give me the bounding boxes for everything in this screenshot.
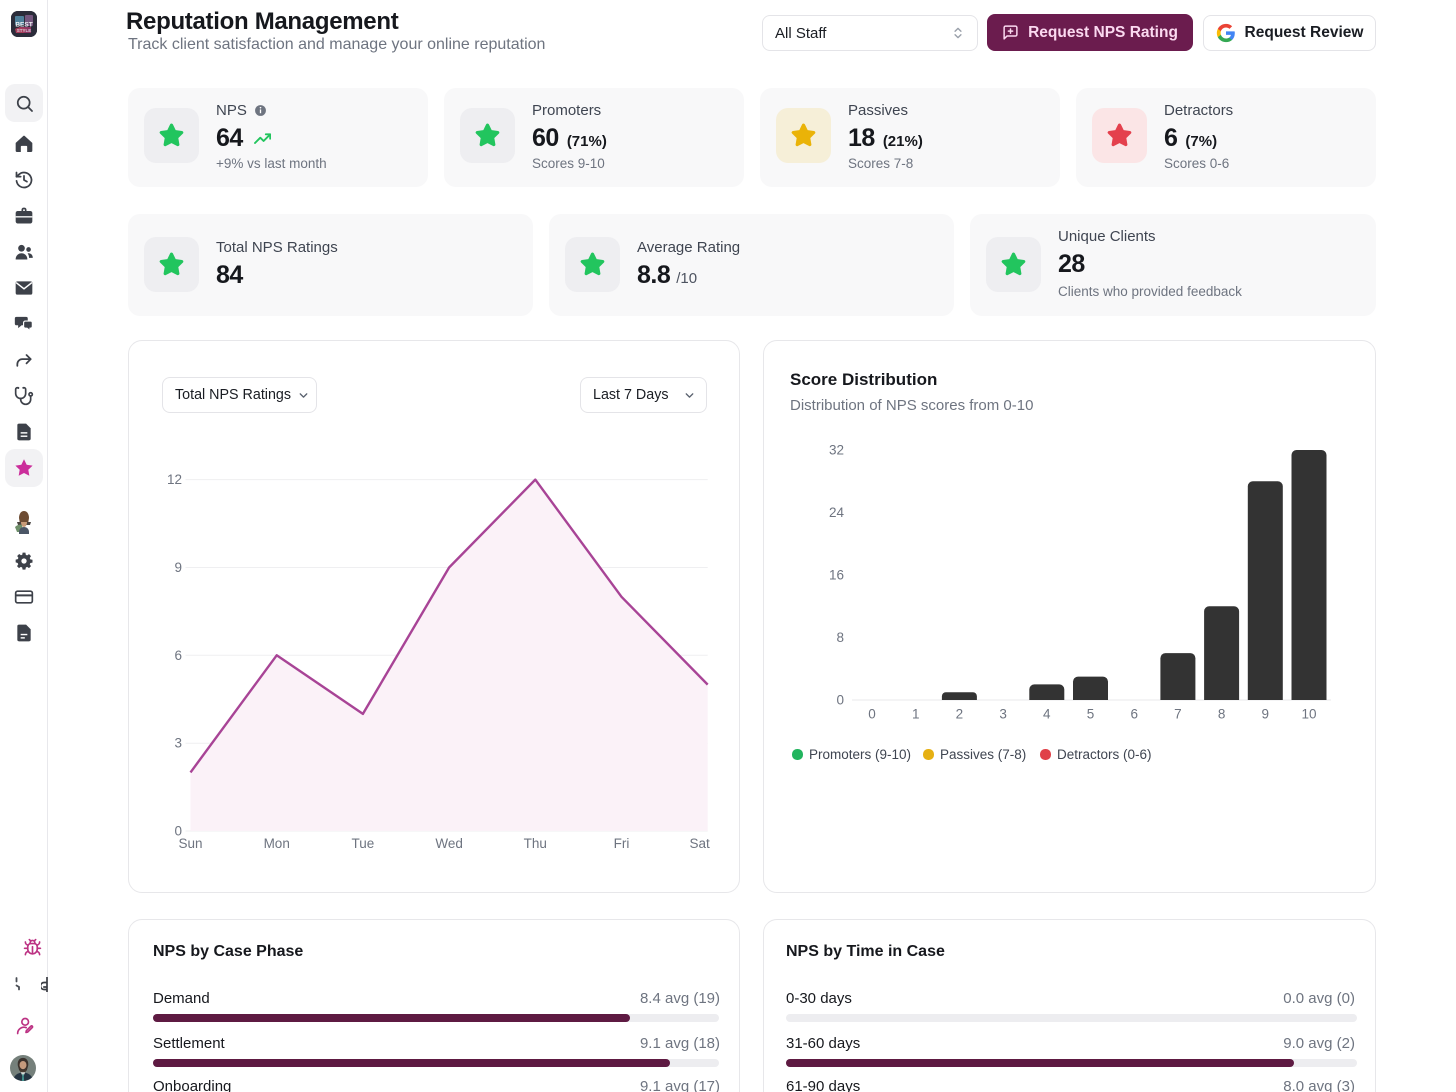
svg-text:12: 12 [167, 472, 182, 487]
svg-text:0: 0 [868, 707, 876, 722]
svg-text:Detractors (0-6): Detractors (0-6) [1057, 747, 1152, 762]
svg-text:Fri: Fri [614, 836, 630, 851]
svg-text:Passives (7-8): Passives (7-8) [940, 747, 1026, 762]
svg-text:3: 3 [174, 736, 182, 751]
svg-text:8: 8 [1218, 707, 1226, 722]
svg-text:16: 16 [829, 568, 844, 583]
svg-text:Wed: Wed [435, 836, 463, 851]
svg-text:STYLE: STYLE [17, 28, 32, 33]
svg-text:3: 3 [999, 707, 1007, 722]
svg-text:8: 8 [836, 630, 844, 645]
svg-text:Mon: Mon [264, 836, 290, 851]
svg-text:24: 24 [829, 505, 845, 520]
svg-text:0: 0 [836, 693, 844, 708]
svg-text:Sat: Sat [689, 836, 710, 851]
svg-text:6: 6 [174, 648, 182, 663]
svg-text:Tue: Tue [352, 836, 375, 851]
svg-text:7: 7 [1174, 707, 1182, 722]
svg-text:2: 2 [956, 707, 964, 722]
svg-text:32: 32 [829, 443, 844, 458]
svg-text:Thu: Thu [524, 836, 547, 851]
svg-text:5: 5 [1087, 707, 1095, 722]
svg-text:1: 1 [912, 707, 920, 722]
svg-text:4: 4 [1043, 707, 1051, 722]
svg-text:Sun: Sun [178, 836, 202, 851]
svg-text:6: 6 [1130, 707, 1138, 722]
svg-text:10: 10 [1301, 707, 1316, 722]
svg-text:Promoters (9-10): Promoters (9-10) [809, 747, 911, 762]
svg-text:9: 9 [1262, 707, 1270, 722]
svg-text:9: 9 [174, 560, 182, 575]
